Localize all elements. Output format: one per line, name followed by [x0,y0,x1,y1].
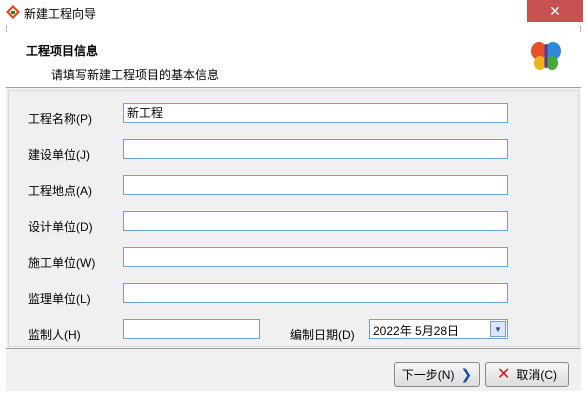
cancel-button-label: 取消(C) [516,368,558,382]
next-button[interactable]: 下一步(N) ❯ [394,362,480,387]
window-title: 新建工程向导 [24,7,97,21]
contractor-input[interactable] [123,247,508,267]
date-label: 编制日期(D) [290,328,355,342]
project-name-input[interactable]: 新工程 [123,103,508,123]
date-value: 2022年 5月28日 [373,324,460,338]
project-name-label: 工程名称(P) [28,112,92,126]
project-location-input[interactable] [123,175,508,195]
design-unit-input[interactable] [123,211,508,231]
chevron-right-icon: ❯ [460,366,473,382]
supervisor-label: 监制人(H) [28,328,81,342]
supervisor-input[interactable] [123,319,260,339]
contractor-label: 施工单位(W) [28,256,96,270]
next-button-label: 下一步(N) [401,368,455,382]
header-subtitle: 请填写新建工程项目的基本信息 [51,68,220,82]
butterfly-logo-icon [531,42,561,70]
bottom-strip [0,391,587,404]
supervision-unit-label: 监理单位(L) [28,292,91,306]
title-bar: 新建工程向导 ✕ [0,0,587,25]
close-button[interactable]: ✕ [527,0,583,22]
red-x-icon: ✕ [496,365,511,383]
close-icon: ✕ [549,3,561,19]
design-unit-label: 设计单位(D) [28,220,93,234]
wizard-header: 工程项目信息 请填写新建工程项目的基本信息 [6,32,581,88]
app-window-icon [6,5,20,19]
header-title: 工程项目信息 [26,44,99,58]
date-picker[interactable]: 2022年 5月28日 ▼ [369,319,508,339]
dropdown-arrow-icon[interactable]: ▼ [490,321,506,337]
button-bar: 下一步(N) ❯ ✕ 取消(C) [6,349,581,391]
project-location-label: 工程地点(A) [28,184,92,198]
construction-unit-label: 建设单位(J) [28,148,90,162]
cancel-button[interactable]: ✕ 取消(C) [485,362,569,387]
supervision-unit-input[interactable] [123,283,508,303]
construction-unit-input[interactable] [123,139,508,159]
